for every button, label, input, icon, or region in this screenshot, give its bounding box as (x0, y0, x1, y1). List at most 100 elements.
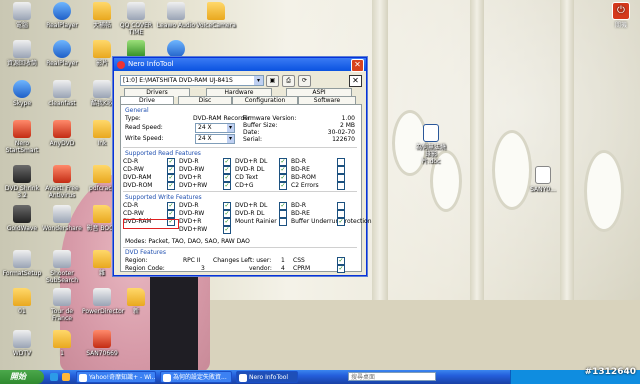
ie-quicklaunch-icon[interactable] (50, 373, 58, 381)
app-icon (167, 2, 185, 20)
word-doc-icon (423, 124, 439, 142)
nero-app-icon (117, 61, 125, 69)
divider (123, 147, 357, 148)
desktop-icon[interactable]: Shooter SubSearch (42, 250, 82, 284)
refresh-icon[interactable]: ⟳ (298, 75, 311, 87)
changes-left-user-value: 1 (281, 257, 285, 264)
desktop-icon-label: WDTV (12, 350, 32, 357)
desktop-icon[interactable]: SAN70669 (82, 330, 122, 357)
taskbar-task[interactable]: 為何的設定失敗資... (160, 371, 232, 383)
desktop-icon-label: RealPlayer (46, 22, 78, 29)
feature-checkbox: ✓ (223, 166, 231, 174)
changes-left-vendor-value: 4 (281, 265, 285, 272)
desktop-icon[interactable]: 電腦 (2, 2, 42, 29)
desktop-icon[interactable]: RealPlayer (42, 40, 82, 67)
dvdshrink-icon (13, 165, 31, 183)
desktop-icon-label: 新 (132, 308, 139, 315)
save-icon[interactable]: ▣ (266, 75, 279, 87)
feature-checkbox: ✓ (167, 166, 175, 174)
desktop-icon[interactable]: 新 (116, 288, 156, 315)
feature-checkbox: ✓ (279, 166, 287, 174)
feature-label: CD-RW (123, 166, 144, 173)
folder-icon (93, 120, 111, 138)
cprm-checkbox: ✓ (337, 265, 345, 273)
chevron-down-icon: ▾ (227, 135, 234, 143)
feature-label: BD-RE (291, 210, 310, 217)
region-value: RPC II (183, 257, 201, 264)
feature-label: BD-RE (291, 166, 310, 173)
desktop-icon-label: Leawo Audio (156, 22, 196, 29)
feature-checkbox: ✓ (223, 174, 231, 182)
desktop-icon[interactable]: cleanfast (42, 80, 82, 107)
desktop-icon[interactable]: Skype (2, 80, 42, 107)
window-titlebar[interactable]: Nero InfoTool ✕ (114, 58, 366, 72)
feature-label: DVD-R (179, 202, 199, 209)
feature-checkbox: ✓ (167, 174, 175, 182)
desktop-icon[interactable]: 1 (42, 330, 82, 357)
desktop-icon[interactable]: FormatSetup (2, 250, 42, 277)
write-speed-select[interactable]: 24 X ▾ (195, 134, 235, 144)
read-speed-select[interactable]: 24 X ▾ (195, 123, 235, 133)
desktop-icon[interactable]: AnyDVD (42, 120, 82, 147)
anydvd-icon (53, 120, 71, 138)
nero-infotool-window[interactable]: Nero InfoTool ✕ [1:0] E:\MATSHITA DVD-RA… (113, 57, 372, 276)
feature-checkbox: ✓ (167, 202, 175, 210)
feature-label: DVD-R DL (235, 210, 265, 217)
feature-label: DVD-RW (179, 166, 205, 173)
desktop-icon[interactable]: Nero StartSmart (2, 120, 42, 154)
power-shortcut[interactable]: ⏻ 關機 (608, 2, 634, 29)
search-input[interactable]: 搜尋桌面 (348, 372, 436, 381)
feature-checkbox: ✓ (167, 182, 175, 190)
folder-icon (53, 330, 71, 348)
desktop-icon[interactable]: VoiceCamera (196, 2, 236, 29)
desktop-icon[interactable]: GoldWave (2, 205, 42, 232)
desktop-icon[interactable]: QQ COVER TIME (116, 2, 156, 36)
drive-select[interactable]: [1:0] E:\MATSHITA DVD-RAM UJ-841S ▾ (120, 75, 264, 86)
feature-checkbox: ✓ (223, 226, 231, 234)
desktop-icon[interactable]: Wondershare (42, 205, 82, 232)
buffer-value: 2 MB (339, 122, 355, 129)
desktop-icon[interactable]: RealPlayer (42, 2, 82, 29)
tab-label: Hardware (224, 89, 254, 96)
desktop-icon-label: 為何無法燒錄影片.doc (416, 144, 447, 165)
computer-icon (13, 2, 31, 20)
chevron-down-icon: ▾ (227, 124, 234, 132)
desktop-icon[interactable]: WDTV (2, 330, 42, 357)
feature-label: CD-RW (123, 210, 144, 217)
app-icon (53, 80, 71, 98)
close-icon[interactable]: ✕ (351, 59, 364, 72)
desktop-icon-doc[interactable]: 為何無法燒錄影片.doc (416, 124, 446, 165)
wallpaper-window (584, 150, 624, 232)
feature-label: Mount Rainier (235, 218, 277, 225)
feature-label: CD-R (123, 158, 139, 165)
exit-icon[interactable]: ✕ (349, 75, 362, 87)
desktop-icon[interactable]: 01 (2, 288, 42, 315)
desktop-icon[interactable]: Avast! Free Antivirus (42, 165, 82, 199)
start-button[interactable]: 開始 (0, 370, 44, 384)
feature-label: DVD+R DL (235, 158, 268, 165)
feature-label: CD-R (123, 202, 139, 209)
chevron-down-icon[interactable]: ▾ (254, 76, 263, 85)
desktop-icon[interactable]: Tour de France (42, 288, 82, 322)
realplayer-icon (53, 40, 71, 58)
desktop-icon-label: AnyDVD (49, 140, 75, 147)
print-icon[interactable]: ⎙ (282, 75, 295, 87)
explorer-quicklaunch-icon[interactable] (62, 373, 70, 381)
ie-icon (167, 40, 185, 58)
desktop-icon[interactable]: 資源回收筒 (2, 40, 42, 67)
watermark: #1312640 (584, 367, 636, 377)
drive-select-value: [1:0] E:\MATSHITA DVD-RAM UJ-841S (123, 77, 233, 84)
app-icon (93, 288, 111, 306)
desktop-icon-label: RealPlayer (46, 60, 78, 67)
desktop-icon[interactable]: DVD Shrink 3.2 (2, 165, 42, 199)
folder-icon (127, 288, 145, 306)
feature-label: DVD-RAM (123, 174, 152, 181)
divider (123, 191, 357, 192)
taskbar-task[interactable]: Nero InfoTool (236, 371, 298, 383)
realplayer-icon (53, 2, 71, 20)
feature-label: CD+G (235, 182, 254, 189)
feature-checkbox (279, 210, 287, 218)
taskbar-task[interactable]: Yahoo!奇摩知識+ - Wi... (76, 371, 156, 383)
desktop-icon-sany[interactable]: SANY0... (528, 166, 558, 193)
desktop-icon[interactable]: Leawo Audio (156, 2, 196, 29)
